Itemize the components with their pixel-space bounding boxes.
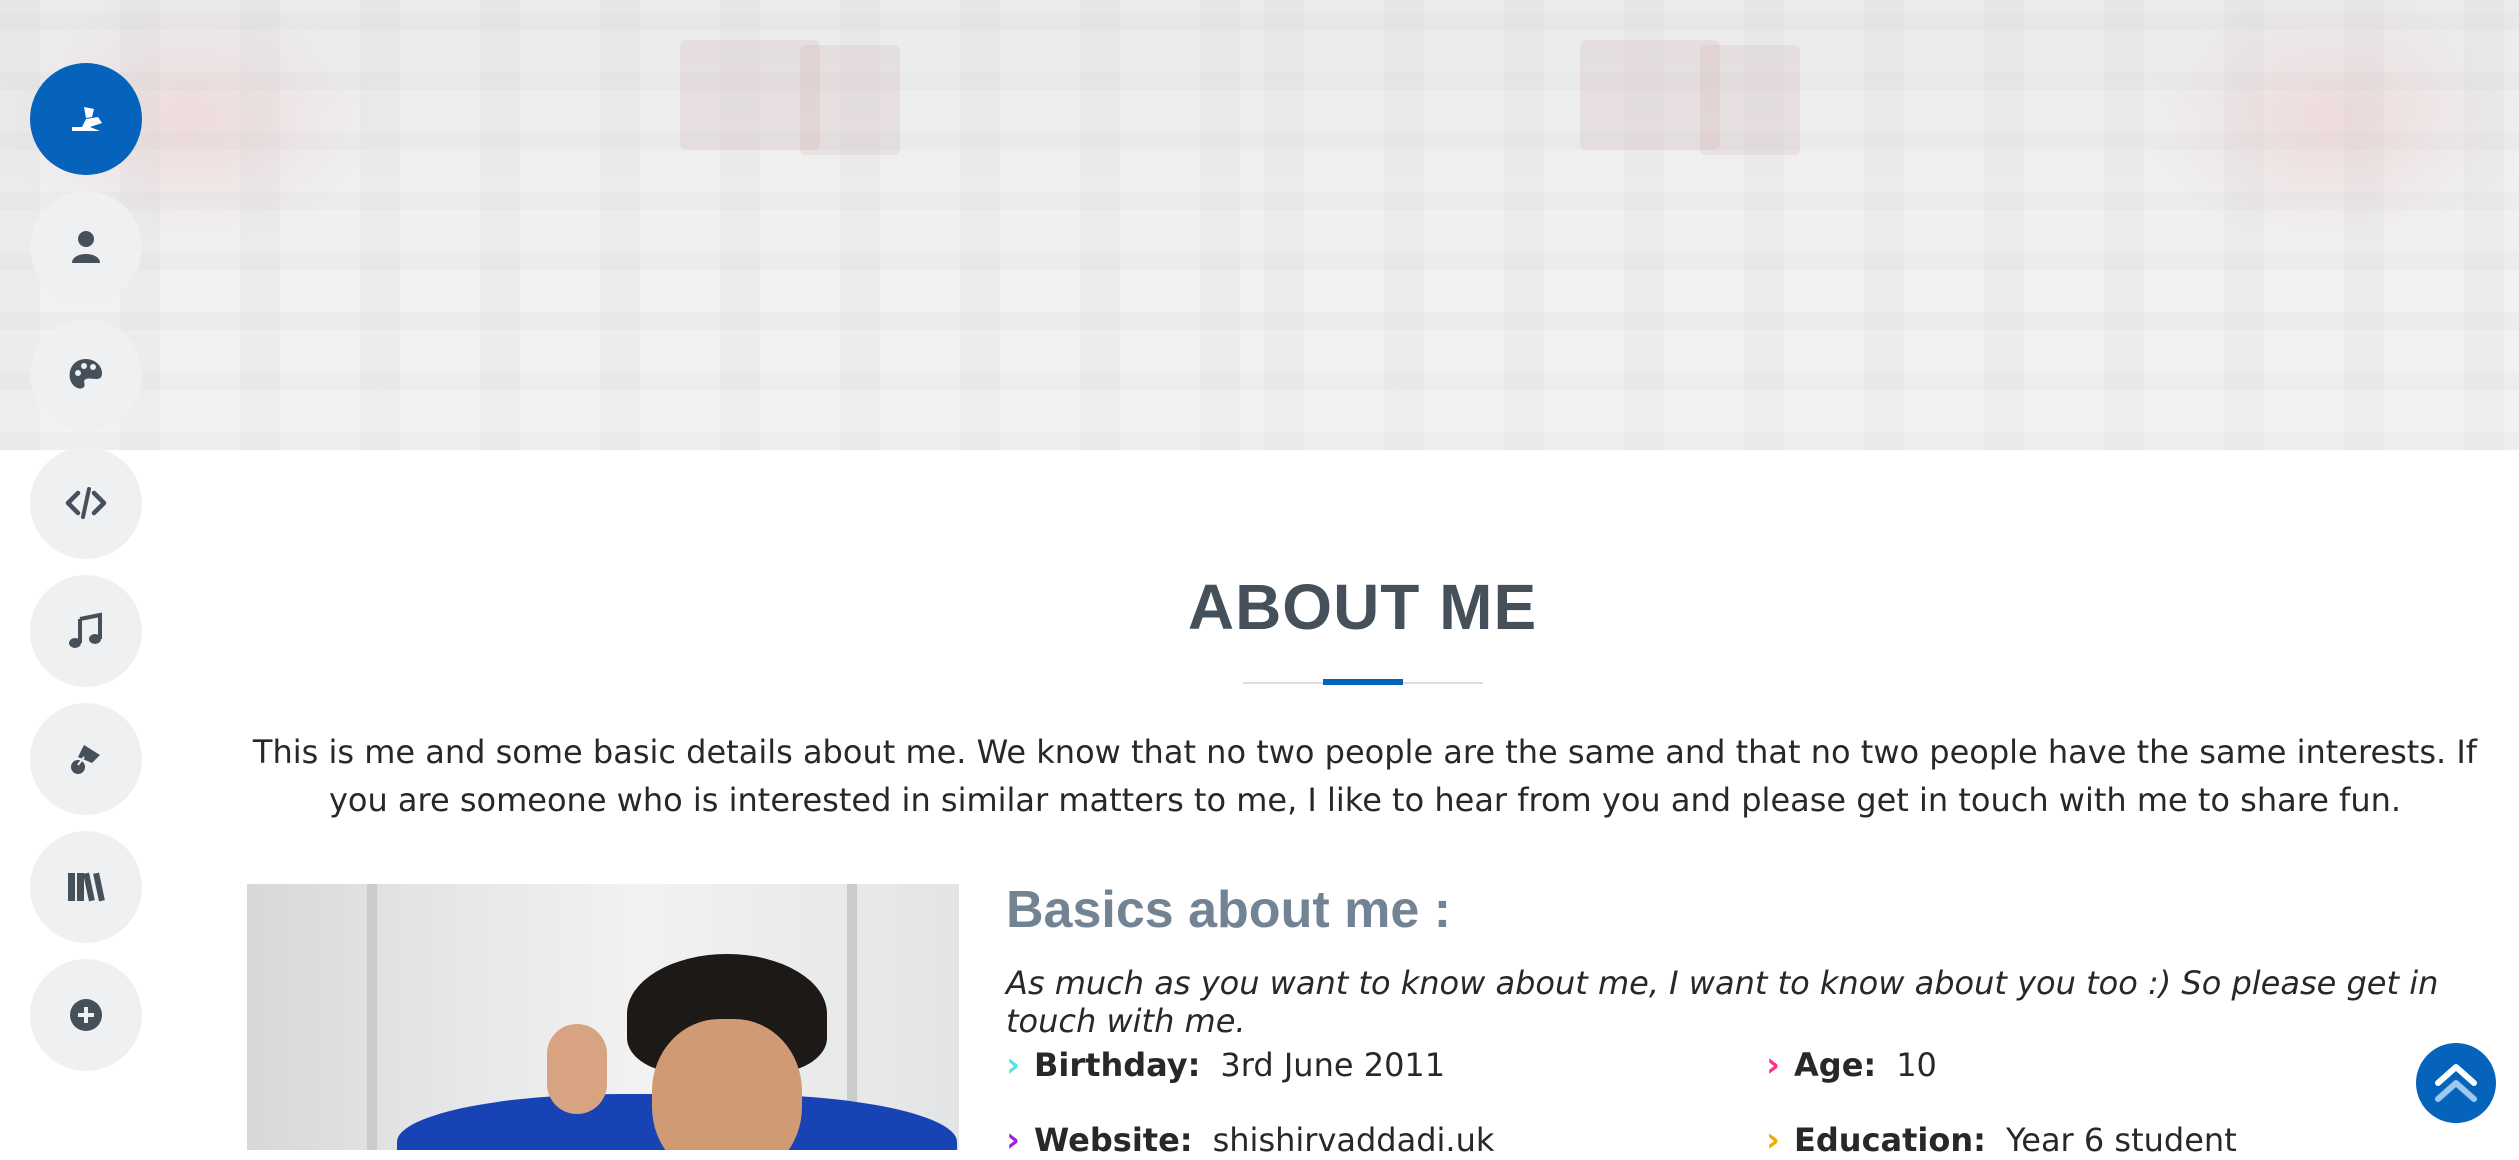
hero-banner <box>0 0 2519 450</box>
nav-sports-button[interactable] <box>30 703 142 815</box>
person-icon <box>72 231 100 263</box>
detail-website: › Website: shishirvaddadi.uk <box>1006 1120 1494 1160</box>
detail-age: › Age: 10 <box>1766 1045 1937 1085</box>
nav-home-button[interactable] <box>30 63 142 175</box>
palette-icon <box>69 359 102 389</box>
chevron-right-icon: › <box>1766 1120 1781 1160</box>
title-divider-accent <box>1323 679 1403 685</box>
detail-value: 10 <box>1896 1046 1937 1084</box>
detail-education: › Education: Year 6 student <box>1766 1120 2237 1160</box>
plus-circle-icon <box>70 999 102 1031</box>
detail-label: Age: <box>1794 1046 1877 1084</box>
intro-text: This is me and some basic details about … <box>252 733 2478 819</box>
detail-label: Website: <box>1034 1121 1193 1159</box>
nav-library-button[interactable] <box>30 831 142 943</box>
nav-code-button[interactable] <box>30 447 142 559</box>
badminton-icon <box>71 745 100 774</box>
nav-about-button[interactable] <box>30 191 142 303</box>
detail-label: Education: <box>1794 1121 1986 1159</box>
chevron-right-icon: › <box>1006 1045 1021 1085</box>
chevron-right-icon: › <box>1006 1120 1021 1160</box>
section-title: ABOUT ME <box>1187 571 1538 643</box>
airplane-seat-icon <box>72 107 102 131</box>
profile-photo <box>247 884 959 1150</box>
back-to-top-button[interactable] <box>2416 1043 2496 1123</box>
nav-more-button[interactable] <box>30 959 142 1071</box>
detail-value: Year 6 student <box>2005 1121 2237 1159</box>
detail-value[interactable]: shishirvaddadi.uk <box>1213 1121 1495 1159</box>
nav-art-button[interactable] <box>30 319 142 431</box>
books-icon <box>68 872 105 902</box>
double-chevron-up-icon <box>2435 1064 2477 1102</box>
chevron-right-icon: › <box>1766 1045 1781 1085</box>
detail-value: 3rd June 2011 <box>1220 1046 1446 1084</box>
detail-birthday: › Birthday: 3rd June 2011 <box>1006 1045 1445 1085</box>
detail-label: Birthday: <box>1034 1046 1201 1084</box>
code-icon <box>65 487 107 519</box>
basics-subtitle: As much as you want to know about me, I … <box>1006 964 2439 1040</box>
title-divider <box>1243 679 1483 685</box>
basics-title: Basics about me : <box>1006 881 1452 939</box>
